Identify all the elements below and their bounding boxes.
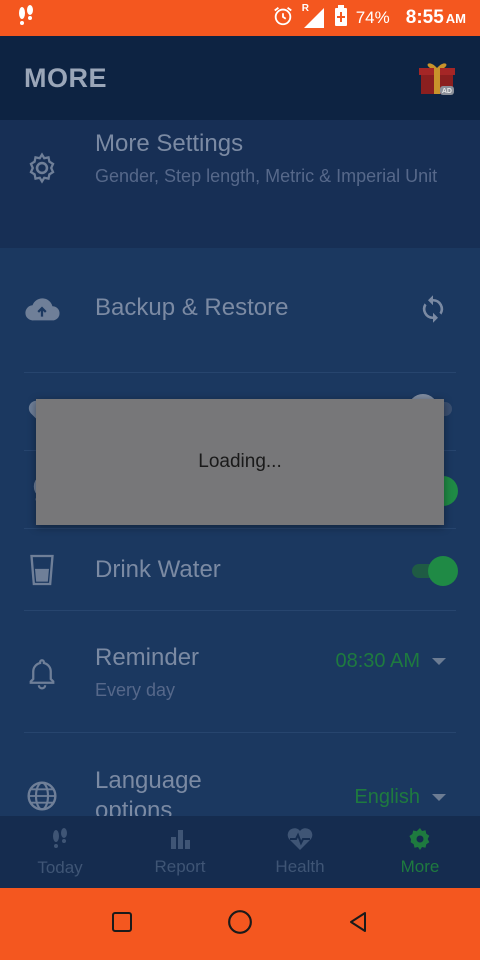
- language-value: English: [354, 786, 420, 808]
- sync-icon[interactable]: [418, 292, 448, 331]
- roaming-label: R: [301, 3, 309, 14]
- nav-today-label: Today: [37, 858, 83, 877]
- back-button[interactable]: [346, 909, 370, 940]
- language-select[interactable]: English: [354, 786, 446, 809]
- page-title: MORE: [24, 62, 107, 93]
- status-bar: R 74% 8:55 AM: [0, 0, 480, 36]
- gear-icon: [24, 150, 60, 186]
- drink-water-row[interactable]: Drink Water: [0, 534, 480, 606]
- footprint-icon: [53, 828, 67, 848]
- home-button[interactable]: [227, 909, 253, 940]
- nav-more-label: More: [400, 857, 440, 876]
- battery-icon: [334, 4, 348, 32]
- reminder-row[interactable]: Reminder Every day 08:30 AM: [0, 616, 480, 728]
- chevron-down-icon: [432, 658, 446, 665]
- reminder-time-select[interactable]: 08:30 AM: [335, 650, 446, 673]
- nav-report-label: Report: [154, 857, 206, 876]
- system-nav-bar: [0, 888, 480, 960]
- divider: [24, 732, 456, 733]
- language-label: Language options: [95, 767, 202, 816]
- drink-water-label: Drink Water: [95, 556, 221, 583]
- globe-icon: [24, 778, 60, 814]
- gear-icon: [409, 828, 430, 850]
- bar-chart-icon: [171, 830, 190, 849]
- water-glass-icon: [24, 552, 60, 588]
- nav-health[interactable]: Health: [240, 816, 360, 888]
- chevron-down-icon: [432, 794, 446, 801]
- divider: [24, 372, 456, 373]
- signal-icon: R: [302, 3, 326, 29]
- ad-badge: AD: [441, 88, 452, 95]
- nav-today[interactable]: Today: [0, 816, 120, 888]
- app-bar: MORE AD: [0, 36, 480, 120]
- reminder-label: Reminder: [95, 644, 200, 671]
- divider: [24, 528, 456, 529]
- circle-icon: [228, 909, 252, 934]
- nav-report[interactable]: Report: [120, 816, 240, 888]
- more-settings-label: More Settings: [95, 130, 244, 157]
- backup-restore-label: Backup & Restore: [95, 294, 289, 321]
- app-footprint-icon: [14, 4, 38, 33]
- heart-pulse-icon: [287, 828, 313, 850]
- loading-dialog: Loading...: [36, 399, 444, 525]
- cloud-upload-icon: [24, 292, 60, 328]
- clock-time: 8:55: [405, 7, 444, 28]
- bottom-nav: Today Report Health More: [0, 816, 480, 888]
- nav-more[interactable]: More: [360, 816, 480, 888]
- more-settings-subtitle: Gender, Step length, Metric & Imperial U…: [95, 166, 438, 186]
- battery-percent: 74%: [355, 8, 390, 27]
- gift-ad-button[interactable]: AD: [418, 60, 456, 96]
- reminder-subtitle: Every day: [95, 680, 176, 700]
- recent-apps-button[interactable]: [110, 910, 134, 939]
- language-row[interactable]: Language options English: [0, 738, 480, 816]
- clock-ampm: AM: [445, 11, 466, 26]
- square-icon: [112, 911, 133, 932]
- divider: [24, 610, 456, 611]
- triangle-back-icon: [349, 911, 366, 932]
- loading-message: Loading...: [198, 451, 282, 472]
- nav-health-label: Health: [275, 857, 325, 876]
- alarm-icon: [272, 5, 294, 32]
- reminder-time-value: 08:30 AM: [335, 650, 420, 672]
- more-settings-row[interactable]: More Settings Gender, Step length, Metri…: [0, 120, 480, 248]
- bell-icon: [24, 656, 60, 692]
- drink-water-toggle[interactable]: [408, 556, 458, 586]
- backup-restore-row[interactable]: Backup & Restore: [0, 270, 480, 350]
